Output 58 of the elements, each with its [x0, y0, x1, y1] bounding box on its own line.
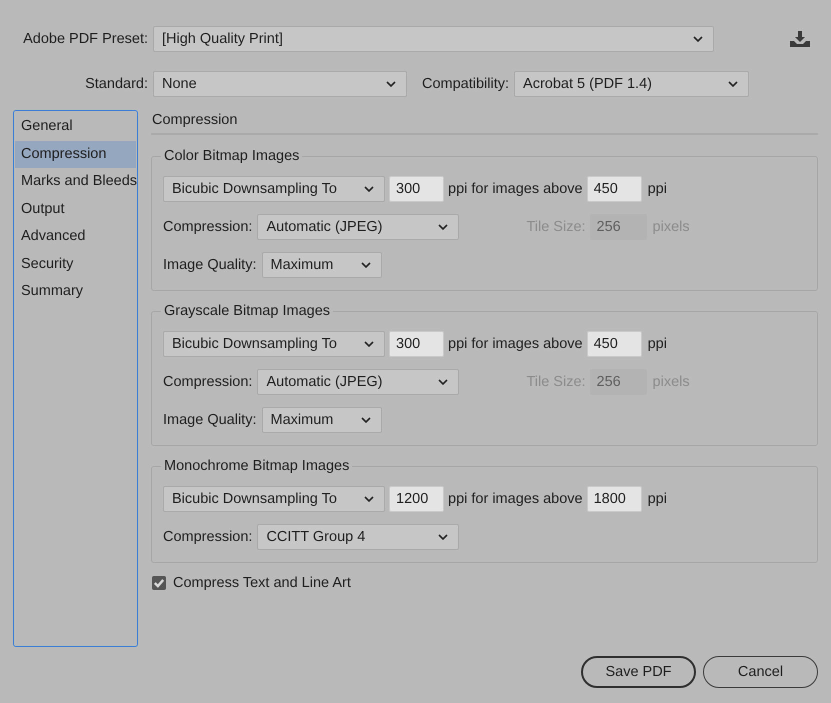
group-title: Color Bitmap Images: [163, 148, 300, 164]
sidebar-item[interactable]: Marks and Bleeds: [15, 168, 136, 196]
field-label: Compression:: [163, 374, 252, 390]
section-title: Compression: [151, 112, 818, 135]
field-label: ppi for images above: [448, 181, 583, 197]
compatibility-label: Compatibility:: [422, 76, 510, 92]
field-label: Image Quality:: [163, 412, 256, 428]
dropdown[interactable]: None: [153, 71, 407, 97]
cancel-button[interactable]: Cancel: [703, 656, 818, 688]
chevron-icon: [438, 224, 448, 230]
chevron-icon: [360, 417, 370, 423]
group-title: Monochrome Bitmap Images: [163, 458, 350, 474]
input-field[interactable]: 450: [586, 176, 642, 202]
unit-label: ppi: [648, 336, 667, 352]
dropdown[interactable]: Acrobat 5 (PDF 1.4): [514, 71, 750, 97]
input-field[interactable]: 300: [389, 176, 444, 202]
chevron-icon: [728, 81, 738, 87]
input-field[interactable]: 450: [586, 331, 642, 357]
input-field[interactable]: 1800: [586, 486, 642, 512]
dropdown[interactable]: Automatic (JPEG): [257, 214, 460, 240]
field-label: ppi for images above: [448, 491, 583, 507]
chevron-icon: [360, 262, 370, 268]
chevron-icon: [364, 496, 374, 502]
preset-label: Adobe PDF Preset:: [22, 31, 148, 47]
dropdown[interactable]: Bicubic Downsampling To: [163, 486, 385, 512]
input-field[interactable]: 300: [389, 331, 444, 357]
unit-label: ppi: [648, 181, 667, 197]
dropdown[interactable]: Bicubic Downsampling To: [163, 176, 385, 202]
dropdown[interactable]: Automatic (JPEG): [257, 369, 460, 395]
chevron-icon: [386, 81, 396, 87]
download-icon[interactable]: [790, 31, 810, 47]
field-label: ppi for images above: [448, 336, 583, 352]
checkbox[interactable]: [152, 576, 166, 590]
field-label: Compression:: [163, 529, 252, 545]
chevron-icon: [438, 379, 448, 385]
checkbox-label: Compress Text and Line Art: [173, 575, 351, 591]
unit-label: ppi: [648, 491, 667, 507]
field-label: Compression:: [163, 219, 252, 235]
dropdown[interactable]: Maximum: [262, 407, 382, 433]
input-field[interactable]: 1200: [389, 486, 444, 512]
dropdown[interactable]: Bicubic Downsampling To: [163, 331, 385, 357]
chevron-icon: [438, 534, 448, 540]
group-title: Grayscale Bitmap Images: [163, 303, 332, 319]
standard-label: Standard:: [84, 76, 148, 92]
sidebar-item[interactable]: Advanced: [15, 223, 136, 250]
field-label: Image Quality:: [163, 257, 256, 273]
dropdown[interactable]: Maximum: [262, 252, 382, 278]
chevron-icon: [364, 186, 374, 192]
save-button[interactable]: Save PDF: [581, 656, 696, 688]
sidebar-item[interactable]: Security: [15, 250, 136, 278]
sidebar-item[interactable]: General: [15, 113, 136, 140]
dropdown[interactable]: CCITT Group 4: [257, 524, 460, 550]
sidebar-item[interactable]: Compression: [15, 140, 136, 168]
chevron-icon: [693, 36, 703, 42]
dropdown[interactable]: [High Quality Print]: [153, 26, 714, 52]
sidebar-item[interactable]: Summary: [15, 278, 136, 306]
sidebar-item[interactable]: Output: [15, 196, 136, 223]
chevron-icon: [364, 341, 374, 347]
